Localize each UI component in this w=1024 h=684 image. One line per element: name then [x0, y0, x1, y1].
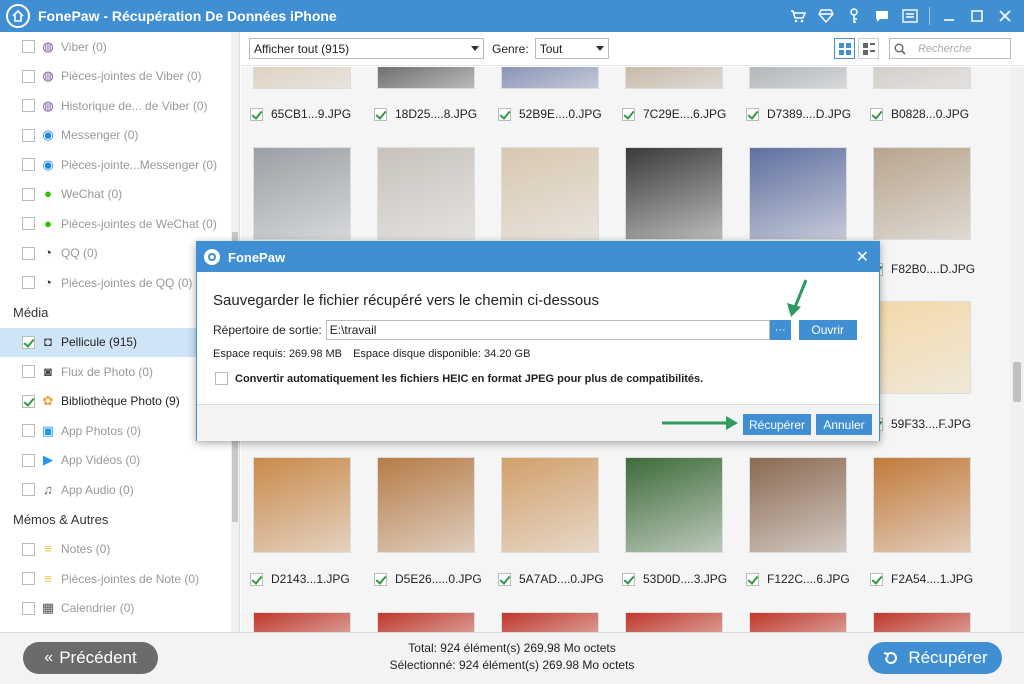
arrow-to-recover-icon	[662, 416, 738, 430]
tutorial-arrows	[662, 279, 808, 430]
arrow-to-browse-icon	[787, 279, 808, 317]
